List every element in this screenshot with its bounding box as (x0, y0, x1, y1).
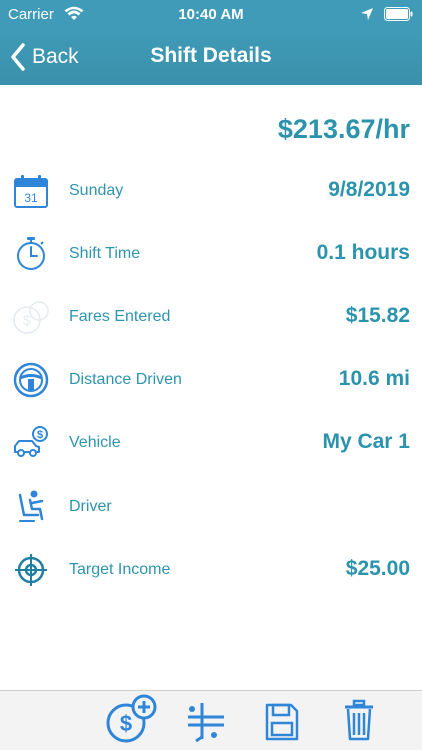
location-arrow-icon (360, 7, 374, 25)
save-icon[interactable] (264, 697, 300, 747)
calendar-day-number: 31 (24, 191, 38, 205)
trash-icon[interactable] (342, 697, 376, 747)
stopwatch-icon (12, 236, 50, 272)
navigation-bar: Back Shift Details (0, 30, 422, 85)
driver-seat-icon (12, 489, 50, 525)
row-value: $15.82 (345, 304, 410, 327)
row-value: My Car 1 (322, 430, 410, 453)
row-value: 9/8/2019 (328, 178, 410, 201)
row-label: Sunday (69, 182, 124, 199)
row-value: 0.1 hours (316, 241, 410, 264)
target-icon (12, 552, 50, 588)
battery-icon (384, 7, 414, 25)
row-fares: $ Fares Entered $15.82 (0, 297, 422, 337)
calendar-icon: 31 (12, 173, 50, 209)
row-shift-time: Shift Time 0.1 hours (0, 234, 422, 274)
page-title: Shift Details (150, 44, 272, 67)
row-label: Target Income (69, 561, 171, 578)
row-vehicle: $ Vehicle My Car 1 (0, 423, 422, 463)
row-date: 31 Sunday 9/8/2019 (0, 171, 422, 211)
status-bar: Carrier 10:40 AM (0, 0, 422, 30)
svg-text:$: $ (23, 312, 31, 328)
row-label: Driver (69, 498, 112, 515)
svg-text:$: $ (37, 429, 43, 441)
bottom-toolbar: $ (0, 690, 422, 750)
row-distance: Distance Driven 10.6 mi (0, 360, 422, 400)
svg-text:$: $ (120, 711, 132, 736)
add-fare-icon[interactable]: $ (104, 693, 160, 743)
steering-wheel-icon (12, 362, 50, 398)
row-label: Distance Driven (69, 371, 182, 388)
row-label: Vehicle (69, 434, 121, 451)
row-target-income: Target Income $25.00 (0, 550, 422, 590)
status-time: 10:40 AM (178, 6, 244, 23)
row-driver: Driver (0, 487, 422, 527)
row-value: 10.6 mi (338, 367, 410, 390)
split-route-icon[interactable] (184, 697, 228, 747)
car-dollar-icon: $ (12, 425, 50, 461)
fares-coins-icon: $ (12, 299, 50, 335)
row-label: Fares Entered (69, 308, 171, 325)
hourly-rate: $213.67/hr (277, 114, 410, 144)
row-value: $25.00 (345, 557, 410, 580)
row-label: Shift Time (69, 245, 141, 262)
